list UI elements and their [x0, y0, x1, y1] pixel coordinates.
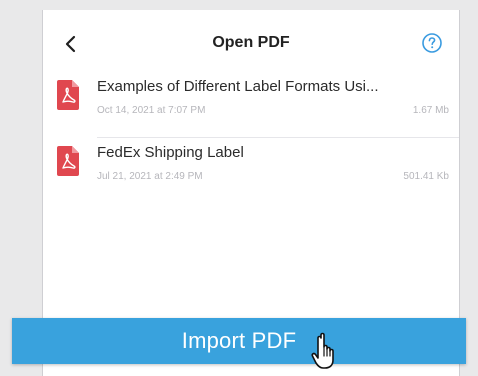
- page-title: Open PDF: [212, 34, 290, 51]
- file-name: Examples of Different Label Formats Usi.…: [97, 78, 379, 95]
- divider: [97, 137, 459, 138]
- import-pdf-label: Import PDF: [181, 328, 297, 353]
- file-date: Oct 14, 2021 at 7:07 PM: [97, 105, 206, 116]
- pdf-file-icon: [57, 80, 79, 110]
- help-button[interactable]: [421, 32, 443, 54]
- question-circle-icon: [422, 33, 442, 53]
- file-size: 501.41 Kb: [403, 171, 449, 182]
- file-size: 1.67 Mb: [412, 105, 449, 116]
- hand-pointer-icon: [311, 332, 334, 369]
- header: Open PDF: [43, 28, 459, 64]
- list-item[interactable]: Examples of Different Label Formats Usi.…: [43, 74, 459, 138]
- file-date: Jul 21, 2021 at 2:49 PM: [97, 171, 203, 182]
- file-name: FedEx Shipping Label: [97, 144, 244, 161]
- import-pdf-button[interactable]: Import PDF: [12, 318, 466, 364]
- pdf-file-icon: [57, 146, 79, 176]
- list-item[interactable]: FedEx Shipping Label Jul 21, 2021 at 2:4…: [43, 140, 459, 204]
